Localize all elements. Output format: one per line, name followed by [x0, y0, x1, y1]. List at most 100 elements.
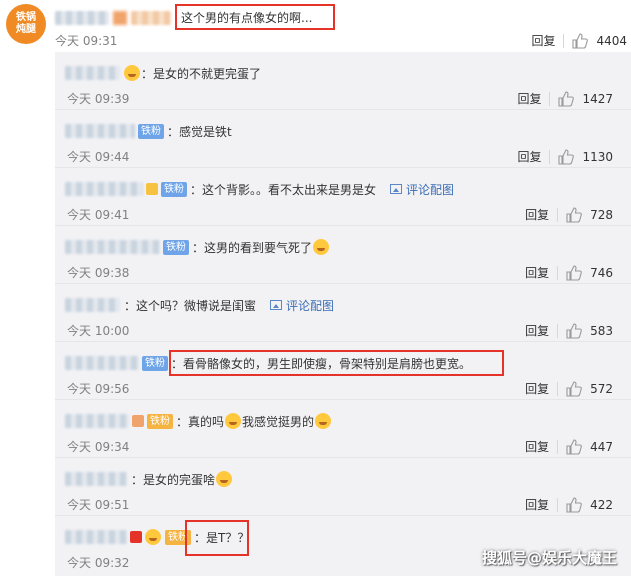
laughing-emoji-icon: [225, 413, 242, 429]
reply-button[interactable]: 回复: [517, 90, 541, 107]
reply-text-b: 我感觉挺男的: [242, 414, 315, 429]
reply-time: 今天 09:44: [67, 150, 130, 164]
vip-icon: [132, 415, 144, 427]
blurred-username[interactable]: [65, 472, 127, 486]
comment-image-link[interactable]: 评论配图: [286, 297, 334, 314]
blurred-username[interactable]: [65, 124, 135, 138]
divider: [549, 91, 551, 106]
highlight-box: [169, 350, 504, 376]
reply-text: 这个吗？微博说是闺蜜: [136, 298, 257, 313]
fan-badge: 铁粉: [142, 355, 168, 371]
thumbs-up-icon[interactable]: [572, 32, 589, 49]
blurred-username[interactable]: [65, 182, 143, 196]
list-item: 铁粉 ： 是T？？ 今天 09:32 搜狐号@娱乐大魔王: [55, 516, 631, 574]
avatar-text-2: 炖腿: [16, 24, 36, 35]
like-count: 583: [590, 323, 613, 338]
thinking-emoji-icon: [216, 471, 233, 487]
reply-time: 今天 09:51: [67, 498, 130, 512]
fan-badge: 铁粉: [147, 413, 173, 429]
divider: [557, 207, 559, 222]
reply-button[interactable]: 回复: [531, 32, 555, 49]
like-count: 4404: [596, 33, 627, 48]
image-icon: [390, 184, 403, 194]
list-item: ： 这个吗？微博说是闺蜜 评论配图 今天 10:00 回复 583: [55, 284, 631, 342]
reply-text: 是女的不就更完蛋了: [153, 66, 262, 81]
thumbs-up-icon[interactable]: [566, 264, 582, 281]
watermark: 搜狐号@娱乐大魔王: [481, 549, 617, 567]
vip-icon: [130, 531, 142, 543]
reply-time: 今天 10:00: [67, 324, 130, 338]
reply-text: 是女的完蛋啥: [143, 472, 216, 487]
laughing-emoji-icon: [315, 413, 332, 429]
avatar-text-1: 铁锅: [16, 12, 36, 23]
like-count: 1130: [582, 149, 613, 164]
like-count: 422: [590, 497, 613, 512]
blurred-username[interactable]: [65, 530, 127, 544]
divider: [557, 323, 559, 338]
reply-time: 今天 09:34: [67, 440, 130, 454]
like-count: 728: [590, 207, 613, 222]
colon: ：: [176, 414, 189, 429]
blurred-badge: [131, 10, 171, 25]
colon: ：: [131, 472, 144, 487]
list-item: 铁粉 ： 真的吗 我感觉挺男的 今天 09:34 回复 447: [55, 400, 631, 458]
list-item: 铁粉 ： 这男的看到要气死了 今天 09:38 回复 746: [55, 226, 631, 284]
comment-image-link[interactable]: 评论配图: [406, 181, 454, 198]
reply-button[interactable]: 回复: [525, 496, 549, 513]
divider: [557, 381, 559, 396]
like-count: 1427: [582, 91, 613, 106]
blurred-username[interactable]: [65, 356, 139, 370]
blurred-username[interactable]: [55, 10, 109, 25]
reply-button[interactable]: 回复: [517, 148, 541, 165]
colon: ：: [192, 240, 205, 255]
main-comment: 铁锅 炖腿 这个男的有点像女的啊... 今天 09:31 回复 4404: [0, 0, 631, 50]
thumbs-up-icon[interactable]: [558, 148, 575, 165]
like-count: 572: [590, 381, 613, 396]
divider: [563, 33, 565, 48]
thumbs-up-icon[interactable]: [566, 206, 582, 223]
list-item: ： 是女的完蛋啥 今天 09:51 回复 422: [55, 458, 631, 516]
reply-button[interactable]: 回复: [525, 438, 549, 455]
reply-time: 今天 09:32: [67, 556, 130, 570]
emoji-icon: [124, 65, 140, 81]
reply-button[interactable]: 回复: [525, 322, 549, 339]
divider: [557, 265, 559, 280]
thumbs-up-icon[interactable]: [566, 438, 582, 455]
thumbs-up-icon[interactable]: [566, 496, 582, 513]
thumbs-up-icon[interactable]: [566, 380, 582, 397]
divider: [549, 149, 551, 164]
reply-button[interactable]: 回复: [525, 206, 549, 223]
list-item: 铁粉 ： 这个背影。。看不太出来是男是女 评论配图 今天 09:41 回复 72…: [55, 168, 631, 226]
list-item: 铁粉 ： 看骨骼像女的，男生即使瘦，骨架特别是肩膀也更宽。 今天 09:56 回…: [55, 342, 631, 400]
list-item: ： 是女的不就更完蛋了 今天 09:39 回复 1427: [55, 52, 631, 110]
reply-text-a: 真的吗: [188, 414, 225, 429]
reply-button[interactable]: 回复: [525, 264, 549, 281]
highlight-box: [175, 4, 335, 30]
avatar[interactable]: 铁锅 炖腿: [6, 4, 46, 44]
image-icon: [270, 300, 283, 310]
blurred-username[interactable]: [65, 298, 120, 312]
list-item: 铁粉 ： 感觉是铁t 今天 09:44 回复 1130: [55, 110, 631, 168]
colon: ：: [124, 298, 137, 313]
vip-icon: [146, 183, 158, 195]
reply-button[interactable]: 回复: [525, 380, 549, 397]
like-count: 447: [590, 439, 613, 454]
like-count: 746: [590, 265, 613, 280]
blurred-username[interactable]: [65, 414, 129, 428]
fan-badge: 铁粉: [138, 123, 164, 139]
colon: ：: [190, 182, 203, 197]
blurred-username[interactable]: [65, 66, 120, 80]
highlight-box: [185, 520, 249, 556]
thumbs-up-icon[interactable]: [566, 322, 582, 339]
divider: [557, 497, 559, 512]
fan-badge: 铁粉: [163, 239, 189, 255]
reply-time: 今天 09:41: [67, 208, 130, 222]
reply-time: 今天 09:39: [67, 92, 130, 106]
colon: ：: [141, 66, 154, 81]
thumbs-up-icon[interactable]: [558, 90, 575, 107]
colon: ：: [167, 124, 180, 139]
laughing-emoji-icon: [313, 239, 330, 255]
blurred-username[interactable]: [65, 240, 160, 254]
reply-text: 这个背影。。看不太出来是男是女: [202, 182, 377, 197]
reply-time: 今天 09:38: [67, 266, 130, 280]
